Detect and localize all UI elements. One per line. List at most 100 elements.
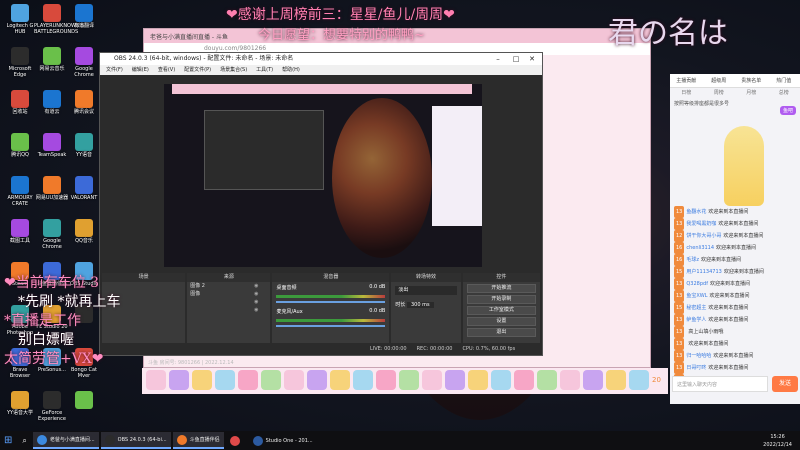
desktop-icon[interactable]: YY语音 — [66, 131, 102, 167]
obs-window[interactable]: OBS 24.0.3 (64-bit, windows) - 配置文件: 未命名… — [99, 52, 543, 356]
desktop-icon[interactable]: 腾讯QQ — [2, 131, 38, 167]
taskbar-item[interactable]: Studio One - 201... — [249, 432, 317, 449]
chat-message[interactable]: 15 秘密超主 欢迎来到本直播间 — [670, 302, 800, 314]
fan-badge[interactable]: 鱼吧 — [779, 106, 796, 115]
desktop-icon[interactable]: PLAYERUNKNOWN'S BATTLEGROUNDS — [34, 2, 84, 38]
chat-username[interactable]: 鱼翻水花 — [686, 209, 706, 215]
volume-slider[interactable] — [276, 301, 386, 303]
desktop-icon[interactable]: ARMOURY CRATE — [2, 174, 38, 210]
gift-item[interactable] — [399, 370, 419, 390]
desktop-icon[interactable]: 回收站 — [2, 88, 38, 124]
chat-message[interactable]: 13 高上山填小雨哦 — [670, 326, 800, 338]
desktop-icon[interactable]: 网易UU加速器 — [34, 174, 70, 210]
taskbar-item[interactable]: OBS 24.0.3 (64-bi... — [100, 432, 171, 449]
obs-control-button[interactable]: 开始推流 — [466, 284, 536, 293]
source-item[interactable]: 图像 ◉ — [187, 290, 270, 298]
volume-slider[interactable] — [276, 325, 386, 327]
obs-menu-item[interactable]: 配置文件(P) — [184, 65, 211, 75]
search-icon[interactable]: ⌕ — [18, 432, 30, 449]
eye-icon[interactable]: ◉ — [254, 298, 258, 306]
desktop-icon[interactable]: Google Chrome — [66, 45, 102, 81]
chat-message[interactable]: 13 Q328pdf 欢迎来到本直播间 — [670, 278, 800, 290]
gift-item[interactable] — [353, 370, 373, 390]
source-item[interactable]: ◉ — [187, 306, 270, 314]
chat-input-box[interactable]: 这里输入聊天内容 — [672, 376, 768, 392]
gift-item[interactable] — [284, 370, 304, 390]
chat-username[interactable]: 鱼宝XWL — [686, 293, 707, 299]
taskbar-item[interactable]: 老爸与小满直播间... — [32, 432, 99, 449]
chat-message[interactable]: 15 用户11134713 欢迎来到本直播间 — [670, 266, 800, 278]
taskbar-item[interactable] — [226, 432, 247, 449]
eye-icon[interactable]: ◉ — [254, 282, 258, 290]
chat-message[interactable]: 13 鱼宝XWL 欢迎来到本直播间 — [670, 290, 800, 302]
room-sub-tab[interactable]: 月榜 — [735, 88, 768, 98]
gift-item[interactable] — [261, 370, 281, 390]
obs-menu-item[interactable]: 工具(T) — [256, 65, 273, 75]
desktop-icon[interactable]: 截图工具 — [2, 217, 38, 253]
transition-select[interactable]: 淡出 — [395, 286, 457, 295]
desktop-icon[interactable] — [66, 389, 102, 425]
desktop-icon[interactable]: 有道云 — [34, 88, 70, 124]
chat-username[interactable]: chenli3114 — [686, 245, 714, 251]
gift-item[interactable] — [560, 370, 580, 390]
minimize-icon[interactable]: – — [490, 53, 506, 65]
desktop-icon[interactable]: GeForce Experience — [34, 389, 70, 425]
room-sub-tab[interactable]: 周榜 — [703, 88, 736, 98]
chat-username[interactable]: 毛球z — [686, 257, 699, 263]
gift-item[interactable] — [169, 370, 189, 390]
gift-item[interactable] — [606, 370, 626, 390]
taskbar-item[interactable]: 斗鱼直播伴侣 — [172, 432, 224, 449]
desktop-icon[interactable]: Google Chrome — [34, 217, 70, 253]
chat-message[interactable]: 16 chenli3114 欢迎来到本直播间 — [670, 242, 800, 254]
gift-item[interactable] — [192, 370, 212, 390]
chat-username[interactable]: 日哥叮咚 — [686, 365, 706, 371]
room-sub-tab[interactable]: 总榜 — [768, 88, 800, 98]
desktop-icon[interactable]: 腾讯会议 — [66, 88, 102, 124]
gift-item[interactable] — [514, 370, 534, 390]
chat-username[interactable]: 我爱喝黑奶咖 — [686, 221, 716, 227]
desktop-icon[interactable]: YY语音大学 — [2, 389, 38, 425]
obs-preview[interactable] — [164, 84, 482, 267]
gift-item[interactable] — [468, 370, 488, 390]
eye-icon[interactable]: ◉ — [254, 290, 258, 298]
obs-control-button[interactable]: 退出 — [466, 328, 536, 337]
obs-menu-item[interactable]: 场景集合(S) — [220, 65, 247, 75]
close-icon[interactable]: ✕ — [524, 53, 540, 65]
chat-username[interactable]: 秘密超主 — [686, 305, 706, 311]
desktop-icon[interactable]: VALORANT — [66, 174, 102, 210]
maximize-icon[interactable]: □ — [508, 53, 524, 65]
obs-menu-item[interactable]: 编辑(E) — [132, 65, 149, 75]
chat-message[interactable]: 16 毛球z 欢迎来到本直播间 — [670, 254, 800, 266]
obs-menu-item[interactable]: 文件(F) — [106, 65, 123, 75]
chat-username[interactable]: 饼干你大哥小哥 — [686, 233, 721, 239]
system-clock[interactable]: 15:26 2022/12/14 — [763, 431, 792, 450]
gift-item[interactable] — [629, 370, 649, 390]
obs-control-button[interactable]: 工作室模式 — [466, 306, 536, 315]
room-sub-tab[interactable]: 日榜 — [670, 88, 703, 98]
source-item[interactable]: ◉ — [187, 298, 270, 306]
chat-username[interactable]: 用户11134713 — [686, 269, 721, 275]
chat-message[interactable]: 13 鱼翻水花 欢迎来到本直播间 — [670, 206, 800, 218]
gift-item[interactable] — [583, 370, 603, 390]
chat-username[interactable]: Q328pdf — [686, 281, 708, 287]
gift-item[interactable] — [422, 370, 442, 390]
gift-item[interactable] — [445, 370, 465, 390]
gift-item[interactable] — [491, 370, 511, 390]
desktop-icon[interactable]: Logitech G HUB — [2, 2, 38, 38]
chat-message[interactable]: 13 归一哈哈哈 欢迎来到本直播间 — [670, 350, 800, 362]
obs-menu-item[interactable]: 帮助(H) — [282, 65, 300, 75]
gift-item[interactable] — [307, 370, 327, 390]
desktop-icon[interactable]: 有道翻译 — [66, 2, 102, 38]
obs-control-button[interactable]: 开始录制 — [466, 295, 536, 304]
desktop-icon[interactable]: QQ音乐 — [66, 217, 102, 253]
chat-message[interactable]: 12 饼干你大哥小哥 欢迎来到本直播间 — [670, 230, 800, 242]
room-tab[interactable]: 超级周 — [703, 74, 736, 87]
room-tab[interactable]: 主播贡献 — [670, 74, 703, 87]
start-button[interactable]: ⊞ — [0, 432, 16, 449]
gift-item[interactable] — [537, 370, 557, 390]
gift-item[interactable] — [376, 370, 396, 390]
gift-item[interactable] — [215, 370, 235, 390]
duration-input[interactable]: 300 ms — [406, 302, 434, 308]
source-item[interactable]: 图像 2 ◉ — [187, 282, 270, 290]
chat-message[interactable]: 13 鲈鱼学人 欢迎来到本直播间 — [670, 314, 800, 326]
